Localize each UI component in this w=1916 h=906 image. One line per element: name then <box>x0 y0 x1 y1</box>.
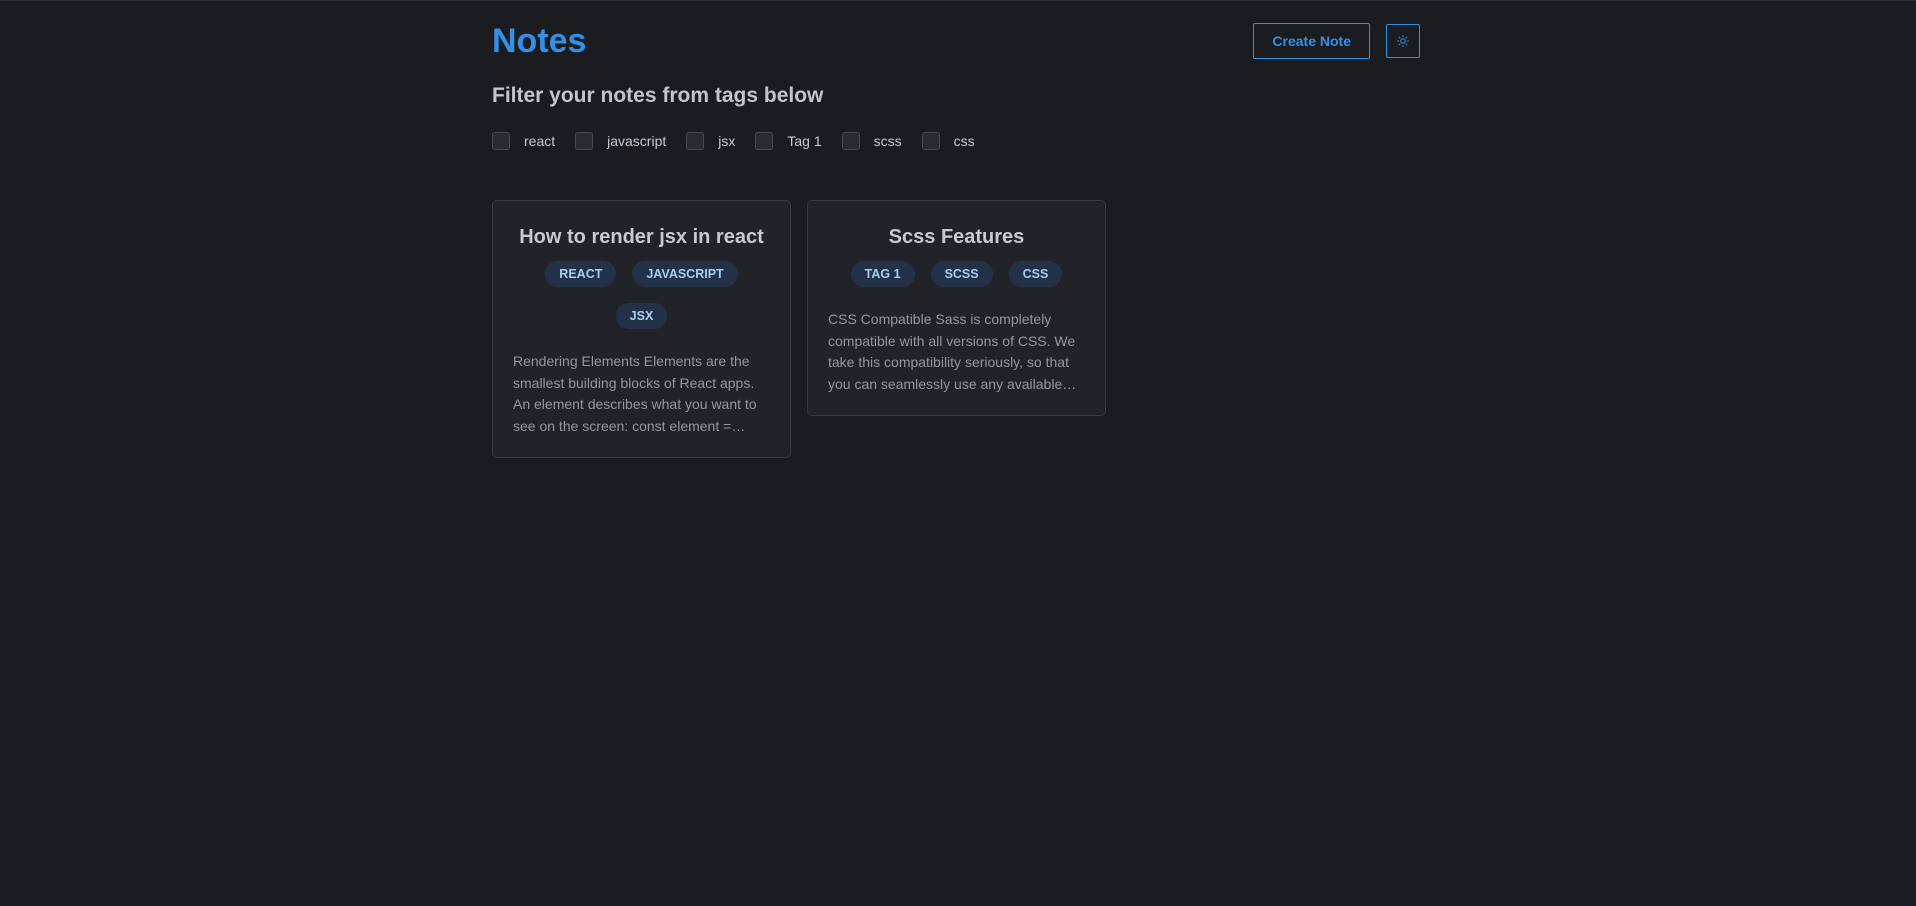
sun-icon <box>1397 35 1409 47</box>
tag-pill: jsx <box>615 303 668 329</box>
tag-filter-label: scss <box>873 133 902 149</box>
create-note-button[interactable]: Create Note <box>1253 23 1370 59</box>
tag-filter-scss[interactable]: scss <box>841 132 902 150</box>
tag-filter-label: Tag 1 <box>787 133 822 149</box>
tag-filter-jsx[interactable]: jsx <box>686 132 735 150</box>
note-body: Rendering Elements Elements are the smal… <box>513 353 757 434</box>
tag-filter-label: javascript <box>607 133 667 149</box>
notes-grid: How to render jsx in react react javascr… <box>492 200 1106 458</box>
note-card[interactable]: Scss Features Tag 1 scss css CSS Compati… <box>807 200 1106 416</box>
tag-filter-css[interactable]: css <box>921 132 975 150</box>
tag-pill: Tag 1 <box>850 261 915 287</box>
tag-checkbox[interactable] <box>921 132 940 150</box>
header: Notes Create Note <box>492 1 1420 81</box>
tag-filter-javascript[interactable]: javascript <box>575 132 666 150</box>
app-container: Notes Create Note Filter your notes from… <box>492 1 1420 458</box>
tag-filter-react[interactable]: react <box>492 132 555 150</box>
tag-filter-label: jsx <box>718 133 736 149</box>
note-card[interactable]: How to render jsx in react react javascr… <box>492 200 791 458</box>
tag-filter-list: react javascript jsx Tag 1 scss css <box>492 132 995 150</box>
note-tags: Tag 1 scss css <box>828 261 1085 287</box>
note-body: CSS Compatible Sass is completely compat… <box>828 311 1076 392</box>
note-title: Scss Features <box>888 226 1025 248</box>
header-actions: Create Note <box>1253 23 1420 59</box>
tag-pill: scss <box>930 261 993 287</box>
tag-checkbox[interactable] <box>686 132 705 150</box>
filter-heading: Filter your notes from tags below <box>492 84 824 107</box>
note-tags: react javascript jsx <box>513 261 770 329</box>
tag-checkbox[interactable] <box>492 132 510 150</box>
app-title: Notes <box>492 22 587 60</box>
tag-checkbox[interactable] <box>841 132 860 150</box>
tag-checkbox[interactable] <box>575 132 594 150</box>
tag-pill: javascript <box>632 261 738 287</box>
note-title: How to render jsx in react <box>519 226 764 248</box>
tag-filter-label: css <box>953 133 975 149</box>
tag-filter-tag-1[interactable]: Tag 1 <box>755 132 822 150</box>
tag-pill: css <box>1008 261 1063 287</box>
tag-filter-label: react <box>524 133 556 149</box>
tag-pill: react <box>545 261 617 287</box>
tag-checkbox[interactable] <box>755 132 774 150</box>
theme-toggle-button[interactable] <box>1386 24 1420 58</box>
